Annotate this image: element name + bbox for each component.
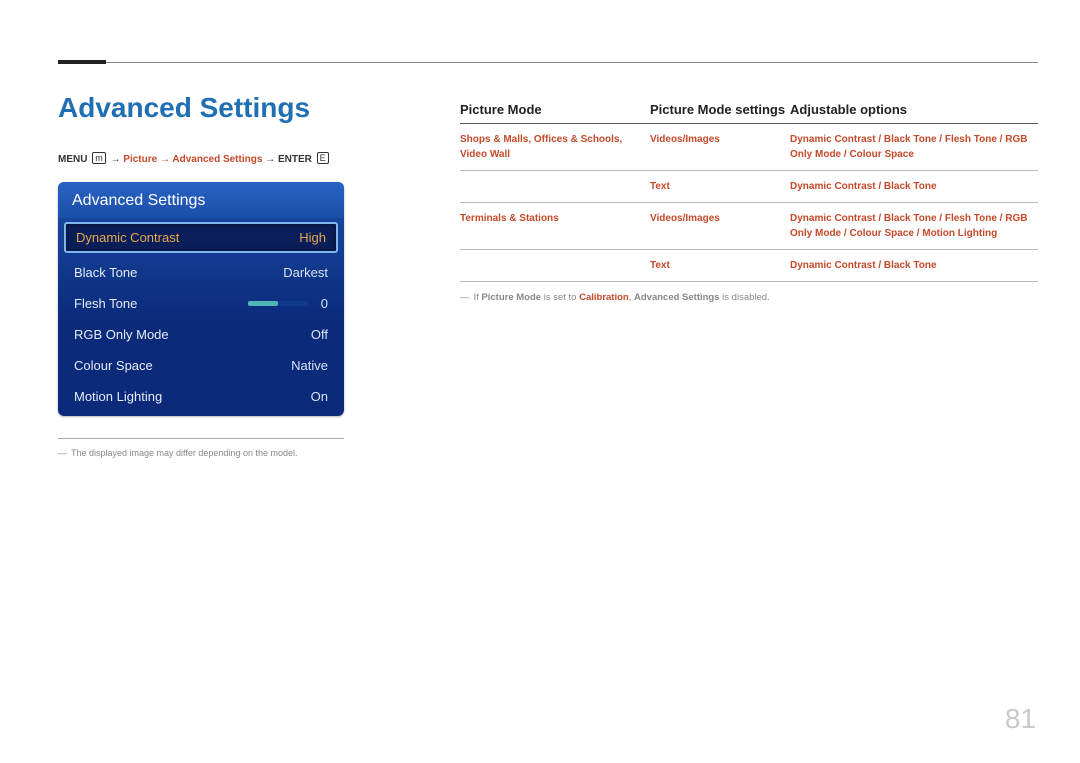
menu-icon: m: [92, 152, 106, 164]
cell-options: Dynamic Contrast / Black Tone / Flesh To…: [790, 132, 1038, 162]
model-disclaimer: ― The displayed image may differ dependin…: [58, 448, 378, 458]
osd-item-label: Flesh Tone: [74, 296, 137, 311]
fn-hl: Calibration: [579, 292, 629, 303]
table-header-options: Adjustable options: [790, 102, 1038, 117]
osd-item-value: High: [299, 230, 326, 245]
arrow: →: [265, 154, 275, 165]
top-accent-bar: [58, 60, 106, 64]
table-header-mode: Picture Mode: [460, 102, 650, 117]
osd-item-flesh-tone[interactable]: Flesh Tone 0: [58, 288, 344, 319]
page-heading: Advanced Settings: [58, 92, 310, 124]
cell-settings: Text: [650, 258, 790, 273]
enter-label: ENTER: [278, 154, 312, 165]
table-row: Text Dynamic Contrast / Black Tone: [460, 250, 1038, 282]
slider-fill: [248, 301, 278, 306]
note-text: The displayed image may differ depending…: [71, 448, 297, 458]
menu-path-breadcrumb: MENU m → Picture → Advanced Settings → E…: [58, 152, 331, 165]
fn-b1: Picture Mode: [481, 292, 541, 303]
osd-item-label: Motion Lighting: [74, 389, 162, 404]
cell-settings: Text: [650, 179, 790, 194]
osd-item-colour-space[interactable]: Colour Space Native: [58, 350, 344, 381]
top-rule: [58, 62, 1038, 63]
osd-panel: Advanced Settings Dynamic Contrast High …: [58, 182, 344, 416]
dash-icon: ―: [58, 448, 67, 458]
cell-mode: Terminals & Stations: [460, 211, 650, 226]
osd-item-label: Colour Space: [74, 358, 153, 373]
osd-item-value: Darkest: [283, 265, 328, 280]
osd-item-label: Dynamic Contrast: [76, 230, 179, 245]
osd-item-motion-lighting[interactable]: Motion Lighting On: [58, 381, 344, 416]
menu-label: MENU: [58, 154, 87, 165]
dash-icon: ―: [460, 292, 470, 303]
footnote-rule: [58, 438, 344, 439]
cell-options: Dynamic Contrast / Black Tone / Flesh To…: [790, 211, 1038, 241]
osd-item-value: Off: [311, 327, 328, 342]
table-footnote: ―If Picture Mode is set to Calibration, …: [460, 292, 1038, 303]
page-number: 81: [1005, 703, 1036, 735]
osd-item-value: 0: [316, 296, 328, 311]
arrow: →: [111, 154, 121, 165]
osd-title: Advanced Settings: [58, 182, 344, 218]
osd-item-dynamic-contrast[interactable]: Dynamic Contrast High: [64, 222, 338, 253]
breadcrumb-path: Picture → Advanced Settings: [123, 154, 262, 165]
table-row: Terminals & Stations Videos/Images Dynam…: [460, 203, 1038, 250]
cell-options: Dynamic Contrast / Black Tone: [790, 258, 1038, 273]
table-header-row: Picture Mode Picture Mode settings Adjus…: [460, 102, 1038, 124]
osd-item-label: Black Tone: [74, 265, 137, 280]
fn-b2: Advanced Settings: [634, 292, 720, 303]
table-header-settings: Picture Mode settings: [650, 102, 790, 117]
cell-options: Dynamic Contrast / Black Tone: [790, 179, 1038, 194]
cell-mode: Shops & Malls, Offices & Schools, Video …: [460, 132, 650, 162]
enter-icon: E: [317, 152, 329, 164]
fn-post: is disabled.: [720, 292, 770, 303]
slider-track[interactable]: [248, 301, 308, 306]
osd-item-rgb-only-mode[interactable]: RGB Only Mode Off: [58, 319, 344, 350]
table-row: Shops & Malls, Offices & Schools, Video …: [460, 124, 1038, 171]
cell-settings: Videos/Images: [650, 132, 790, 147]
options-table: Picture Mode Picture Mode settings Adjus…: [460, 102, 1038, 303]
cell-settings: Videos/Images: [650, 211, 790, 226]
osd-item-value: On: [311, 389, 328, 404]
table-row: Text Dynamic Contrast / Black Tone: [460, 171, 1038, 203]
osd-item-black-tone[interactable]: Black Tone Darkest: [58, 257, 344, 288]
osd-item-value: Native: [291, 358, 328, 373]
fn-mid1: is set to: [541, 292, 579, 303]
osd-item-label: RGB Only Mode: [74, 327, 169, 342]
